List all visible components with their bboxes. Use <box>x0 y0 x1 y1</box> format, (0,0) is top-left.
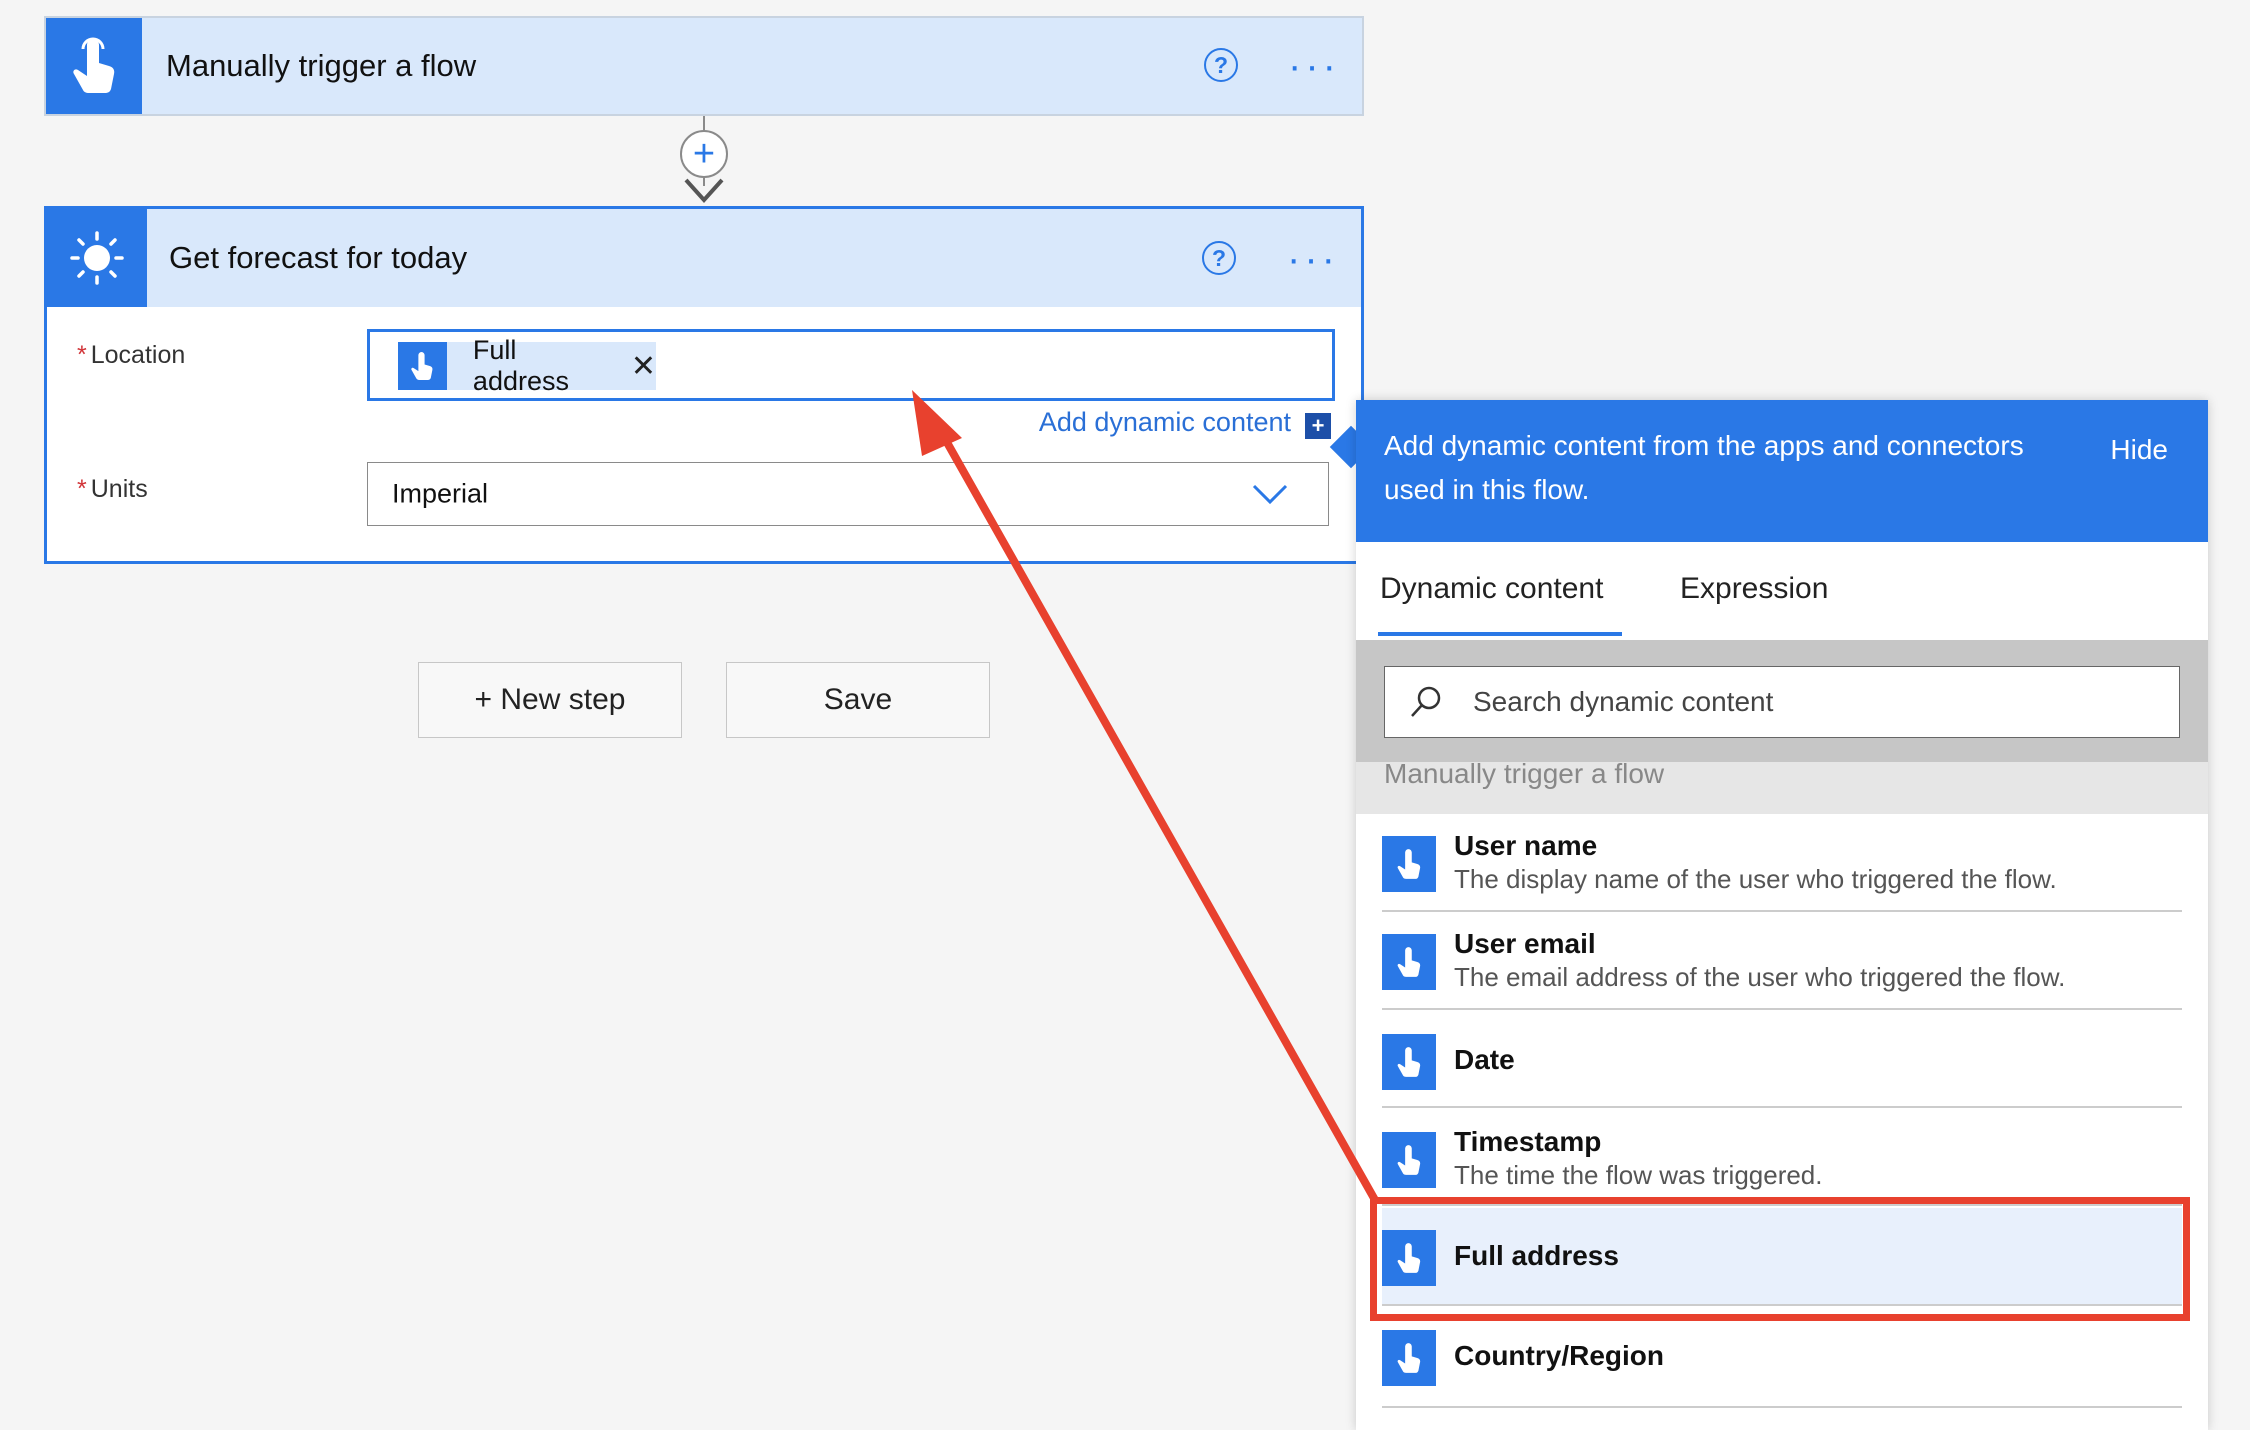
new-step-button[interactable]: + New step <box>418 662 682 738</box>
highlight-box <box>1370 1197 2190 1321</box>
trigger-card[interactable]: Manually trigger a flow ? ··· <box>44 16 1364 116</box>
hand-pointer-icon <box>46 18 142 114</box>
hand-pointer-icon <box>1382 836 1436 892</box>
forecast-card: Get forecast for today ? ··· * Location F… <box>44 206 1364 564</box>
units-label: * Units <box>77 475 148 504</box>
hand-pointer-icon <box>1382 934 1436 990</box>
list-item-country-region[interactable]: Country/Region <box>1382 1308 2182 1408</box>
more-options-icon[interactable]: ··· <box>1288 46 1340 86</box>
item-description: The display name of the user who trigger… <box>1454 864 2057 894</box>
tab-dynamic-content[interactable]: Dynamic content <box>1380 572 1603 606</box>
save-button[interactable]: Save <box>726 662 990 738</box>
help-icon[interactable]: ? <box>1204 48 1238 82</box>
sun-icon <box>47 209 147 307</box>
search-input[interactable]: Search dynamic content <box>1384 666 2180 738</box>
help-icon[interactable]: ? <box>1202 241 1236 275</box>
remove-token-icon[interactable]: ✕ <box>631 349 656 384</box>
full-address-token[interactable]: Full address ✕ <box>398 335 656 396</box>
chevron-down-icon <box>1252 484 1288 505</box>
units-select[interactable]: Imperial <box>367 462 1329 526</box>
search-placeholder: Search dynamic content <box>1473 686 1774 717</box>
panel-header: Add dynamic content from the apps and co… <box>1356 400 2208 542</box>
token-label: Full address <box>472 335 569 396</box>
required-mark: * <box>77 475 87 503</box>
trigger-card-title: Manually trigger a flow <box>166 48 477 83</box>
section-header: Manually trigger a flow <box>1356 762 2208 814</box>
forecast-card-title: Get forecast for today <box>169 240 468 275</box>
item-name: User name <box>1454 830 1598 861</box>
list-item-user-name[interactable]: User name The display name of the user w… <box>1382 826 2182 912</box>
units-value: Imperial <box>392 478 489 509</box>
location-label-text: Location <box>90 341 186 369</box>
tab-expression[interactable]: Expression <box>1680 572 1828 606</box>
hand-pointer-icon <box>1382 1330 1436 1386</box>
search-icon <box>1411 686 1441 717</box>
hand-pointer-icon <box>1382 1034 1436 1090</box>
list-item-date[interactable]: Date <box>1382 1012 2182 1108</box>
location-label: * Location <box>77 341 185 370</box>
add-dynamic-content-plus-icon[interactable]: + <box>1305 413 1331 439</box>
item-name: Timestamp <box>1454 1126 1602 1157</box>
item-name: User email <box>1454 928 1596 959</box>
item-name: Date <box>1454 1044 1515 1075</box>
arrow-down-icon <box>684 178 724 203</box>
panel-header-text: Add dynamic content from the apps and co… <box>1384 430 2024 505</box>
hand-pointer-icon <box>1382 1132 1436 1188</box>
item-description: The email address of the user who trigge… <box>1454 962 2066 992</box>
required-mark: * <box>77 341 87 369</box>
hand-pointer-icon <box>398 342 447 390</box>
hide-button[interactable]: Hide <box>2110 434 2168 466</box>
active-tab-indicator <box>1378 632 1622 636</box>
item-name: Country/Region <box>1454 1340 1664 1371</box>
section-label: Manually trigger a flow <box>1384 762 1665 789</box>
insert-step-button[interactable]: + <box>680 130 728 178</box>
units-label-text: Units <box>90 475 148 503</box>
more-options-icon[interactable]: ··· <box>1287 239 1339 279</box>
add-dynamic-content-link[interactable]: Add dynamic content <box>1039 407 1291 438</box>
list-item-timestamp[interactable]: Timestamp The time the flow was triggere… <box>1382 1110 2182 1206</box>
location-input[interactable]: Full address ✕ <box>367 329 1335 401</box>
item-description: The time the flow was triggered. <box>1454 1160 1823 1190</box>
list-item-user-email[interactable]: User email The email address of the user… <box>1382 914 2182 1010</box>
forecast-card-header[interactable]: Get forecast for today ? ··· <box>47 209 1361 307</box>
